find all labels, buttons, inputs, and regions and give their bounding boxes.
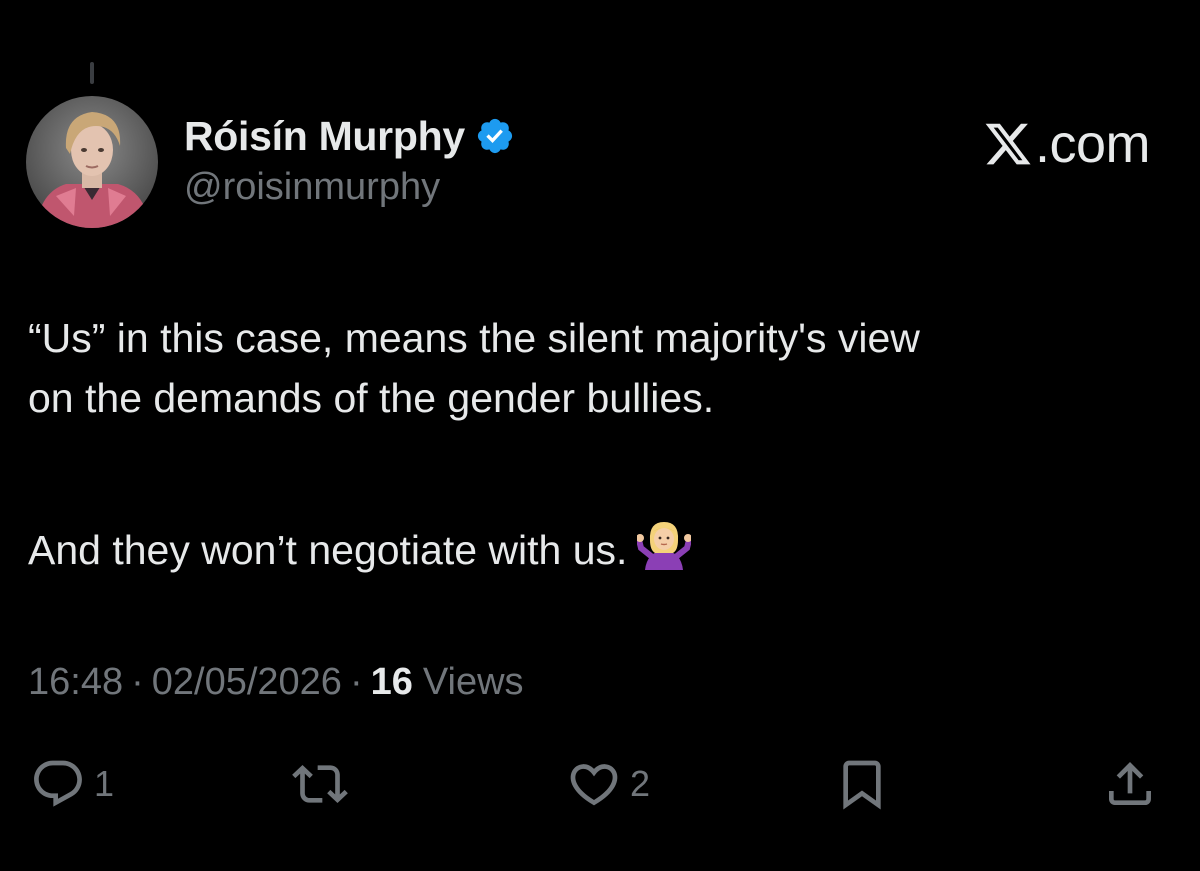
- post-text-line: “Us” in this case, means the silent majo…: [28, 315, 920, 361]
- like-count: 2: [630, 763, 651, 804]
- views-count: 16: [370, 660, 413, 703]
- avatar[interactable]: [26, 96, 158, 228]
- post-meta: 16:48 · 02/05/2026 · 16 Views: [28, 656, 524, 708]
- post-text-line-with-emoji: And they won’t negotiate with us.: [28, 520, 1178, 580]
- verified-badge-icon: [477, 118, 512, 154]
- reply-count: 1: [94, 763, 115, 804]
- post-date[interactable]: 02/05/2026: [152, 661, 342, 704]
- bookmark-button[interactable]: [834, 752, 890, 816]
- post-time[interactable]: 16:48: [28, 661, 123, 704]
- like-button[interactable]: 2: [566, 752, 650, 816]
- share-button[interactable]: [1102, 752, 1158, 816]
- bookmark-icon: [843, 760, 881, 810]
- author-name-row[interactable]: Róisín Murphy: [184, 110, 515, 162]
- author-display-name[interactable]: Róisín Murphy: [184, 113, 465, 160]
- meta-separator: ·: [349, 660, 363, 703]
- avatar-image: [26, 96, 158, 228]
- person-shrugging-emoji: [637, 522, 692, 570]
- post-text: “Us” in this case, means the silent majo…: [28, 308, 1178, 580]
- meta-separator: ·: [131, 660, 144, 703]
- thread-connector-line: [90, 62, 94, 84]
- reply-button[interactable]: 1: [30, 752, 114, 816]
- repost-button[interactable]: [292, 752, 356, 816]
- views-label: Views: [422, 660, 524, 703]
- heart-icon: [570, 764, 618, 806]
- post-actions-bar: 1 2: [0, 752, 1200, 816]
- post-text-line: on the demands of the gender bullies.: [28, 375, 715, 421]
- repost-icon: [292, 765, 348, 803]
- brand-domain-text: .com: [1034, 114, 1151, 174]
- reply-icon: [34, 760, 82, 807]
- brand-watermark: .com: [983, 114, 1151, 174]
- post-text-line: And they won’t negotiate with us.: [28, 527, 628, 573]
- share-icon: [1109, 762, 1151, 805]
- author-handle[interactable]: @roisinmurphy: [184, 166, 440, 209]
- x-logo-icon: [985, 123, 1031, 165]
